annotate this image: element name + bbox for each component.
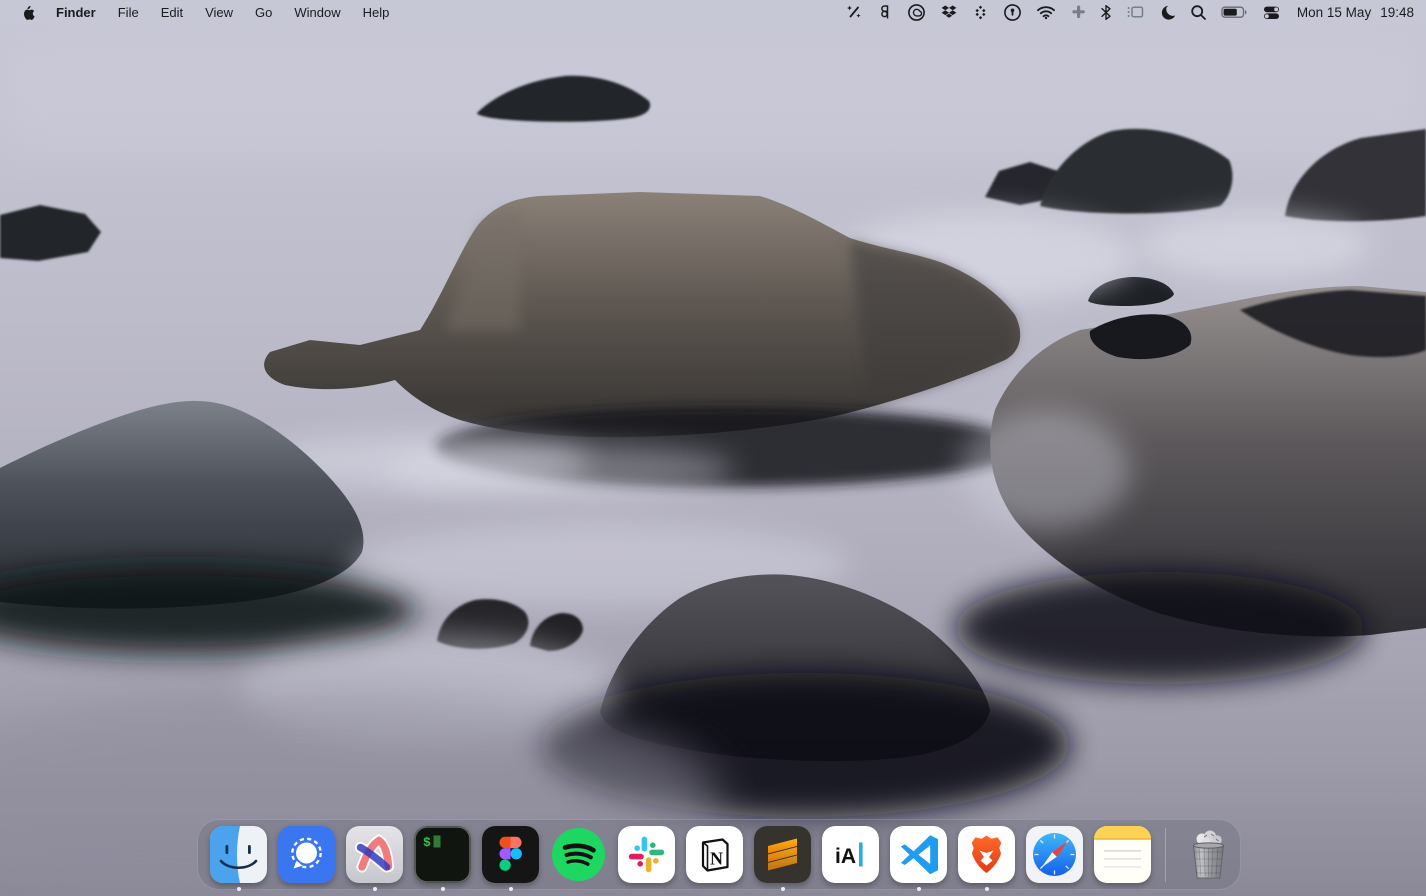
notion-icon: N [686, 826, 743, 883]
brave-icon [958, 826, 1015, 883]
dock-spotify[interactable] [550, 826, 607, 883]
dock-safari[interactable] [1026, 826, 1083, 883]
dock-sublime[interactable] [754, 826, 811, 883]
sparkles-slash-icon[interactable] [838, 0, 870, 24]
menu-help[interactable]: Help [352, 0, 401, 24]
dock-separator [1165, 828, 1166, 882]
plus-extension-icon[interactable] [1063, 0, 1093, 24]
slack-icon [618, 826, 675, 883]
menu-view[interactable]: View [194, 0, 244, 24]
dock-craft[interactable] [346, 826, 403, 883]
control-center-icon[interactable] [1255, 0, 1288, 24]
svg-text:N: N [710, 849, 723, 869]
dock-signal[interactable] [278, 826, 335, 883]
setapp-icon[interactable] [965, 0, 996, 24]
dock-slack[interactable] [618, 826, 675, 883]
trash-full-icon [1180, 826, 1237, 883]
1password-icon[interactable] [996, 0, 1029, 24]
menu-edit[interactable]: Edit [150, 0, 194, 24]
focus-moon-icon[interactable] [1152, 0, 1183, 24]
terminal-icon: $ [414, 826, 471, 883]
desktop-wallpaper [0, 0, 1426, 896]
clock-time: 19:48 [1380, 5, 1414, 20]
svg-text:iA: iA [835, 845, 856, 868]
desktop: Finder File Edit View Go Window Help [0, 0, 1426, 896]
bluetooth-icon[interactable] [1093, 0, 1119, 24]
dock-figma[interactable] [482, 826, 539, 883]
dock-terminal[interactable]: $ [414, 826, 471, 883]
sublime-text-icon [754, 826, 811, 883]
menu-window[interactable]: Window [283, 0, 351, 24]
adobe-creative-cloud-icon[interactable] [900, 0, 933, 24]
spotlight-icon[interactable] [1183, 0, 1214, 24]
signal-icon [278, 826, 335, 883]
dock: $ [197, 819, 1241, 890]
figma-menubar-icon[interactable] [870, 0, 900, 24]
dock-ia-writer[interactable]: iA [822, 826, 879, 883]
menu-file[interactable]: File [107, 0, 150, 24]
dock-vscode[interactable] [890, 826, 947, 883]
dock-notion[interactable]: N [686, 826, 743, 883]
notes-icon [1094, 826, 1151, 883]
vscode-icon [890, 826, 947, 883]
hidden-bar-icon[interactable] [1119, 0, 1152, 24]
apple-menu[interactable] [0, 0, 45, 24]
svg-text:$: $ [423, 835, 431, 850]
safari-icon [1026, 826, 1083, 883]
menu-finder[interactable]: Finder [45, 0, 107, 24]
menu-bar: Finder File Edit View Go Window Help [0, 0, 1426, 24]
figma-icon [482, 826, 539, 883]
clock-date: Mon 15 May [1297, 5, 1371, 20]
dock-trash[interactable] [1180, 826, 1237, 883]
finder-icon [210, 826, 267, 883]
dock-notes[interactable] [1094, 826, 1151, 883]
dropbox-icon[interactable] [933, 0, 965, 24]
menu-go[interactable]: Go [244, 0, 283, 24]
apple-logo-icon [20, 4, 35, 21]
ia-writer-icon: iA [822, 826, 879, 883]
dock-brave[interactable] [958, 826, 1015, 883]
spotify-icon [550, 826, 607, 883]
dock-finder[interactable] [210, 826, 267, 883]
battery-icon[interactable] [1214, 0, 1255, 24]
menubar-clock[interactable]: Mon 15 May 19:48 [1288, 5, 1414, 20]
wifi-icon[interactable] [1029, 0, 1063, 24]
craft-icon [346, 826, 403, 883]
